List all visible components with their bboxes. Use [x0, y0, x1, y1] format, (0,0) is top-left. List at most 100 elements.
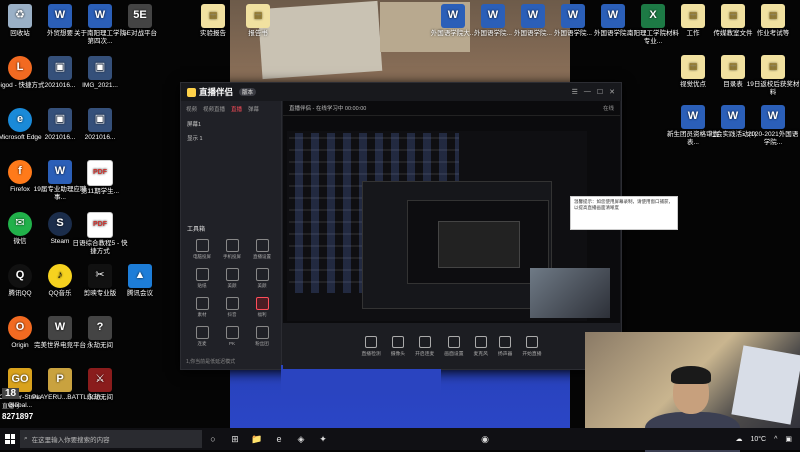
tool-label: 连麦 — [197, 341, 207, 346]
edge-icon[interactable]: e — [268, 428, 290, 450]
toolbox-item[interactable]: 美颜 — [217, 268, 247, 289]
desktop-icon[interactable]: PDF 第11期学生... — [72, 160, 128, 196]
tool-icon — [195, 268, 209, 281]
app-title: 直播伴侣 — [199, 87, 234, 97]
minimize-icon[interactable]: — — [584, 88, 591, 96]
toolbox-item[interactable]: 手机投屏 — [217, 239, 247, 260]
windows-icon — [5, 434, 15, 444]
desktop-icon[interactable]: 5E 5E对战平台 — [112, 4, 168, 38]
app-icon: ? — [88, 316, 112, 340]
preview-toolbar-button[interactable]: 摄像头 — [390, 335, 406, 357]
toolbox-item[interactable]: 抖音 — [217, 297, 247, 318]
temperature: 10°C — [750, 435, 767, 443]
toolbar-button-icon — [525, 335, 538, 348]
tool-icon — [225, 326, 239, 339]
preview-toolbar-button[interactable]: 开始直播 — [522, 335, 542, 357]
toolbar-button-label: 开始直播 — [522, 351, 542, 357]
toolbox-item[interactable]: 贴纸 — [187, 268, 217, 289]
desktop-icon[interactable]: ▲ 腾讯会议 — [112, 264, 168, 298]
preview-toolbar-button[interactable]: 扬声器 — [497, 335, 513, 357]
chrome-icon[interactable]: ◉ — [474, 428, 496, 450]
source-item[interactable]: 屏幕1 — [181, 117, 281, 131]
desktop-icon-label: 报告书 — [248, 30, 268, 37]
task-view-icon[interactable]: ⊞ — [224, 428, 246, 450]
desktop-icon-label: 2020-2021外国语学院... — [747, 131, 799, 146]
toolbar-button-icon — [365, 335, 378, 348]
word-icon: W — [761, 105, 785, 129]
left-panel: 视频 视频直播 直播 弹幕 屏幕1 显示 1 工具箱 电脑投屏 手机投屏 直播设置贴… — [181, 101, 282, 369]
live-companion-icon[interactable]: ◈ — [290, 428, 312, 450]
desktop-icon-label: 19日返校后获奖材料 — [746, 81, 800, 96]
firefox-icon: f — [8, 160, 32, 184]
preview-toolbar: 直播检测 摄像头 开启连麦 画面设置 麦克风 扬声器 开始直播 — [283, 323, 620, 369]
toolbox-item[interactable]: 直播设置 — [247, 239, 277, 260]
word-icon: W — [561, 4, 585, 28]
toolbar-button-label: 直播检测 — [361, 351, 381, 357]
tool-icon — [225, 268, 239, 281]
taskbar-search[interactable]: ⌕ 在这里输入你要搜索的内容 — [20, 430, 202, 448]
secondary-camera — [530, 268, 610, 318]
file-explorer-icon[interactable]: 📁 — [246, 428, 268, 450]
toolbox-item[interactable]: PK — [217, 326, 247, 347]
live-companion-window[interactable]: 直播伴侣 版本 ☰ — ☐ ✕ 视频 视频直播 直播 弹幕 屏幕1 显示 1 工… — [180, 82, 622, 395]
desktop-icon[interactable]: ▤ 19日返校后获奖材料 — [745, 55, 800, 96]
menu-icon[interactable]: ☰ — [572, 88, 578, 96]
preview-toolbar-button[interactable]: 开启连麦 — [415, 335, 434, 357]
window-controls: ☰ — ☐ ✕ — [572, 88, 615, 96]
source-item[interactable]: 显示 1 — [181, 131, 281, 145]
nested-capture — [438, 221, 520, 268]
photo-icon: ▣ — [48, 108, 72, 132]
app-icon: W — [48, 316, 72, 340]
desktop-icon[interactable]: ▣ IMG_2021... — [72, 56, 128, 90]
tab-live[interactable]: 直播 — [231, 105, 242, 113]
toolbox-item[interactable]: 素材 — [187, 297, 217, 318]
tab-video[interactable]: 视频 — [186, 105, 197, 113]
word-icon: W — [481, 4, 505, 28]
toolbar-button-icon — [474, 335, 487, 348]
streamer-id: 8271897 — [2, 412, 34, 421]
system-tray: ☁ 10°C ^ ▣ — [735, 435, 800, 444]
desktop-icon[interactable]: ▣ 2021016... — [72, 108, 128, 142]
close-icon[interactable]: ✕ — [609, 88, 615, 96]
tool-label: 福利 — [257, 312, 267, 317]
preview-toolbar-button[interactable]: 麦克风 — [474, 335, 488, 357]
cortana-icon[interactable]: ○ — [202, 428, 224, 450]
start-button[interactable] — [0, 428, 20, 450]
desktop-icon[interactable]: ? 永劫无间 — [72, 316, 128, 350]
tool-icon — [225, 297, 239, 310]
toolbox-item[interactable]: 连麦 — [187, 326, 217, 347]
steam-icon: S — [48, 212, 72, 236]
word-icon: W — [681, 105, 705, 129]
tool-icon — [195, 297, 209, 310]
desktop-icon[interactable]: ⚔ 永劫无间 — [72, 368, 128, 402]
toolbox-item[interactable]: 粉丝团 — [247, 326, 277, 347]
desktop-icon[interactable]: PDF 日语综合教程5 - 快捷方式 — [72, 212, 128, 255]
desktop-icon-label: 作业考试等 — [756, 30, 790, 37]
streamer-watermark: 18 直播号 8271897 — [2, 383, 62, 428]
desktop-icon[interactable]: ▤ 作业考试等 — [745, 4, 800, 38]
file-icon: ▤ — [681, 4, 705, 28]
desktop-icon[interactable]: ▤ 报告书 — [230, 4, 286, 38]
preview-toolbar-button[interactable]: 直播检测 — [361, 335, 381, 357]
network-icon[interactable]: ▣ — [785, 435, 792, 443]
toolbar-button-label: 扬声器 — [497, 351, 513, 357]
chevron-up-icon[interactable]: ^ — [774, 436, 777, 443]
toolbox-item[interactable]: 电脑投屏 — [187, 239, 217, 260]
desktop-icon[interactable]: W 2020-2021外国语学院... — [745, 105, 800, 146]
weather-icon[interactable]: ☁ — [735, 435, 742, 443]
word-icon: W — [601, 4, 625, 28]
tool-icon — [255, 297, 269, 310]
nested-capture — [407, 200, 549, 284]
app-icon[interactable]: ✦ — [312, 428, 334, 450]
tab-video-live[interactable]: 视频直播 — [203, 105, 225, 113]
tab-danmaku[interactable]: 弹幕 — [248, 105, 259, 113]
tool-label: 素材 — [197, 312, 207, 317]
app-titlebar[interactable]: 直播伴侣 版本 ☰ — ☐ ✕ — [181, 83, 621, 101]
toolbar-button-label: 摄像头 — [390, 351, 406, 357]
search-icon: ⌕ — [24, 435, 28, 442]
tool-label: 美颜 — [227, 283, 237, 288]
toolbox-item[interactable]: 美颜 — [247, 268, 277, 289]
preview-toolbar-button[interactable]: 画面设置 — [444, 335, 464, 357]
toolbox-item[interactable]: 福利 — [247, 297, 277, 318]
maximize-icon[interactable]: ☐ — [597, 88, 603, 96]
